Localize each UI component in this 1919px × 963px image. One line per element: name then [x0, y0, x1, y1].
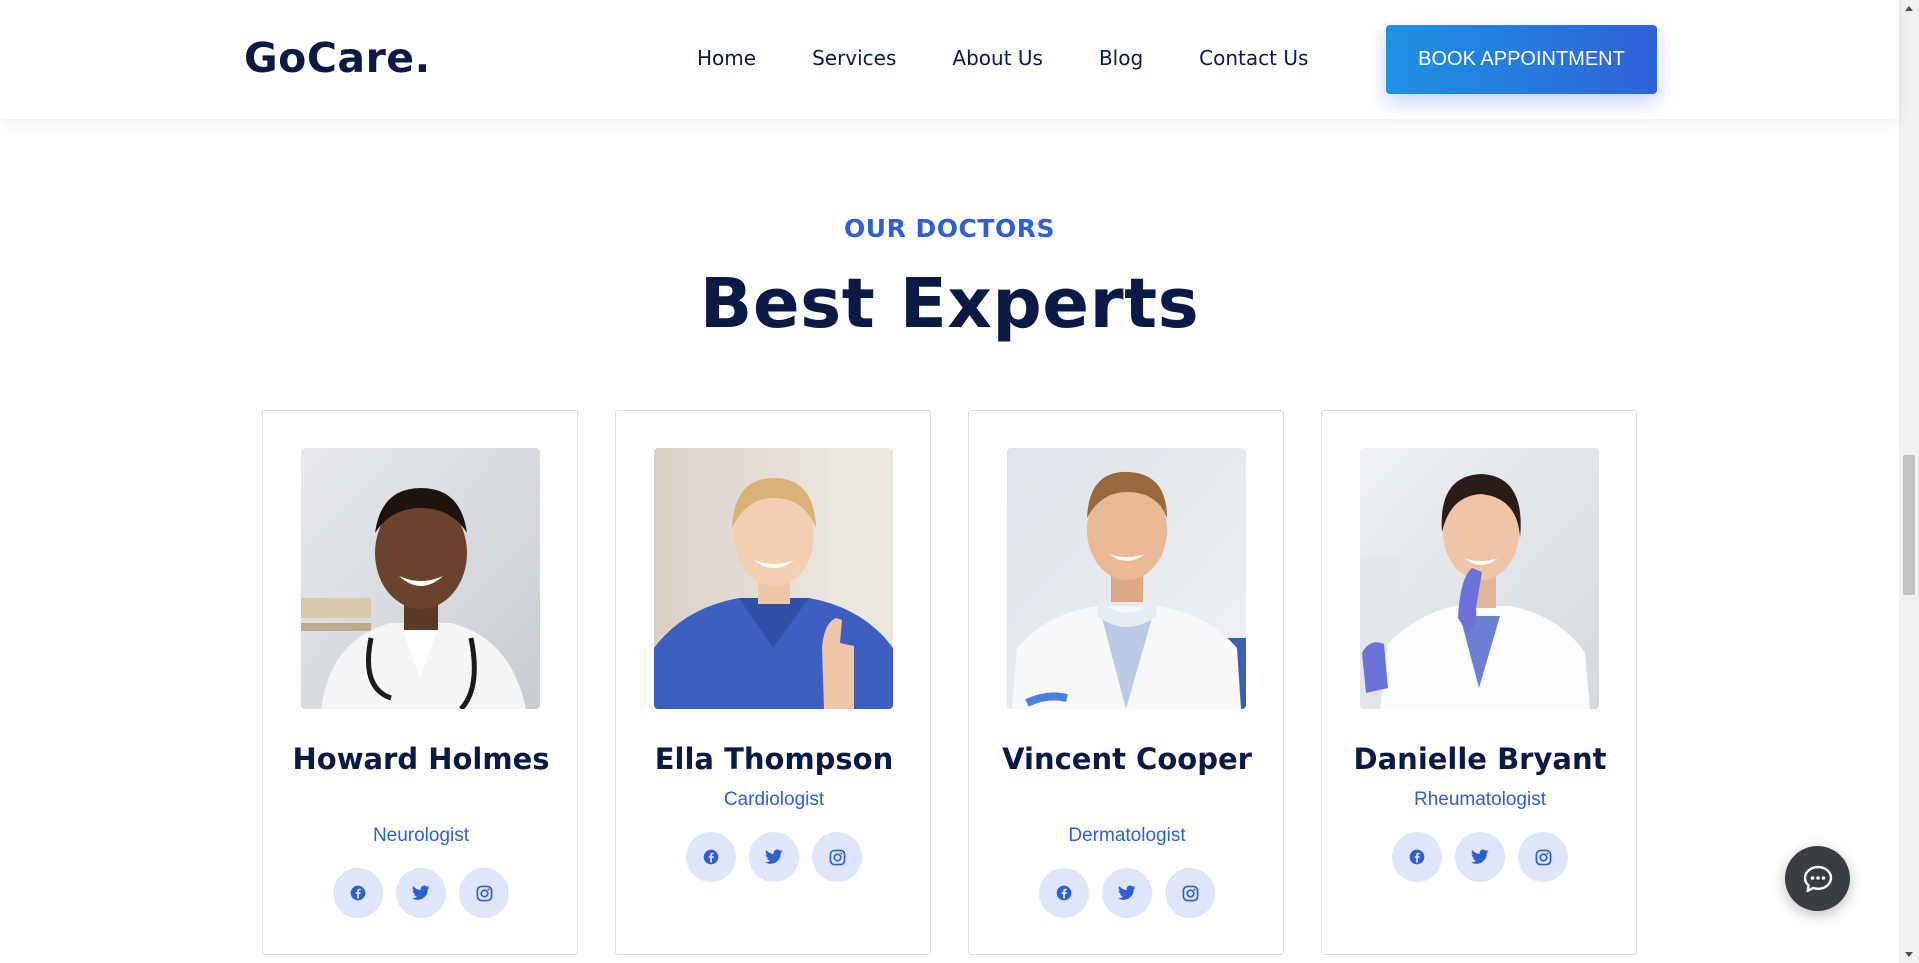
facebook-icon[interactable] — [1392, 832, 1442, 882]
twitter-icon[interactable] — [1102, 868, 1152, 918]
nav-contact-us[interactable]: Contact Us — [1199, 46, 1308, 70]
doctor-role: Dermatologist — [1068, 825, 1186, 846]
scrollbar-thumb[interactable] — [1903, 455, 1915, 595]
chat-icon — [1803, 865, 1832, 892]
doctor-name: Howard Holmes — [292, 742, 550, 776]
nav-about-us[interactable]: About Us — [952, 46, 1043, 70]
doctor-name: Vincent Cooper — [1002, 742, 1252, 776]
social-links — [263, 868, 579, 918]
instagram-icon[interactable] — [1518, 832, 1568, 882]
nav-blog[interactable]: Blog — [1099, 46, 1143, 70]
social-links — [616, 832, 932, 882]
twitter-icon[interactable] — [1455, 832, 1505, 882]
facebook-icon[interactable] — [333, 868, 383, 918]
section-title: Best Experts — [699, 264, 1200, 344]
doctor-role: Cardiologist — [723, 789, 825, 810]
doctor-photo — [654, 448, 893, 709]
doctor-role: Rheumatologist — [1413, 789, 1547, 810]
doctor-card: Danielle Bryant Rheumatologist — [1321, 410, 1637, 955]
chat-button[interactable] — [1785, 846, 1850, 911]
scroll-down-arrow-icon[interactable] — [1899, 946, 1919, 963]
doctor-role: Neurologist — [372, 825, 470, 846]
facebook-icon[interactable] — [686, 832, 736, 882]
main-nav: Home Services About Us Blog Contact Us — [697, 46, 1308, 70]
nav-home[interactable]: Home — [697, 46, 756, 70]
doctor-photo — [1007, 448, 1246, 709]
instagram-icon[interactable] — [812, 832, 862, 882]
doctor-card: Ella Thompson Cardiologist — [615, 410, 931, 955]
logo[interactable]: GoCare. — [244, 34, 431, 82]
social-links — [969, 868, 1285, 918]
instagram-icon[interactable] — [1165, 868, 1215, 918]
book-appointment-button[interactable]: BOOK APPOINTMENT — [1386, 25, 1657, 94]
doctor-card: Howard Holmes Neurologist — [262, 410, 578, 955]
doctor-name: Danielle Bryant — [1353, 742, 1607, 776]
twitter-icon[interactable] — [749, 832, 799, 882]
social-links — [1322, 832, 1638, 882]
doctor-card: Vincent Cooper Dermatologist — [968, 410, 1284, 955]
twitter-icon[interactable] — [396, 868, 446, 918]
doctor-name: Ella Thompson — [654, 742, 894, 776]
page-scrollbar[interactable] — [1899, 0, 1919, 963]
site-header: GoCare. Home Services About Us Blog Cont… — [0, 0, 1899, 119]
instagram-icon[interactable] — [459, 868, 509, 918]
doctor-photo — [301, 448, 540, 709]
facebook-icon[interactable] — [1039, 868, 1089, 918]
section-eyebrow: OUR DOCTORS — [844, 214, 1055, 243]
scroll-up-arrow-icon[interactable] — [1899, 0, 1919, 17]
doctor-photo — [1360, 448, 1599, 709]
nav-services[interactable]: Services — [812, 46, 896, 70]
